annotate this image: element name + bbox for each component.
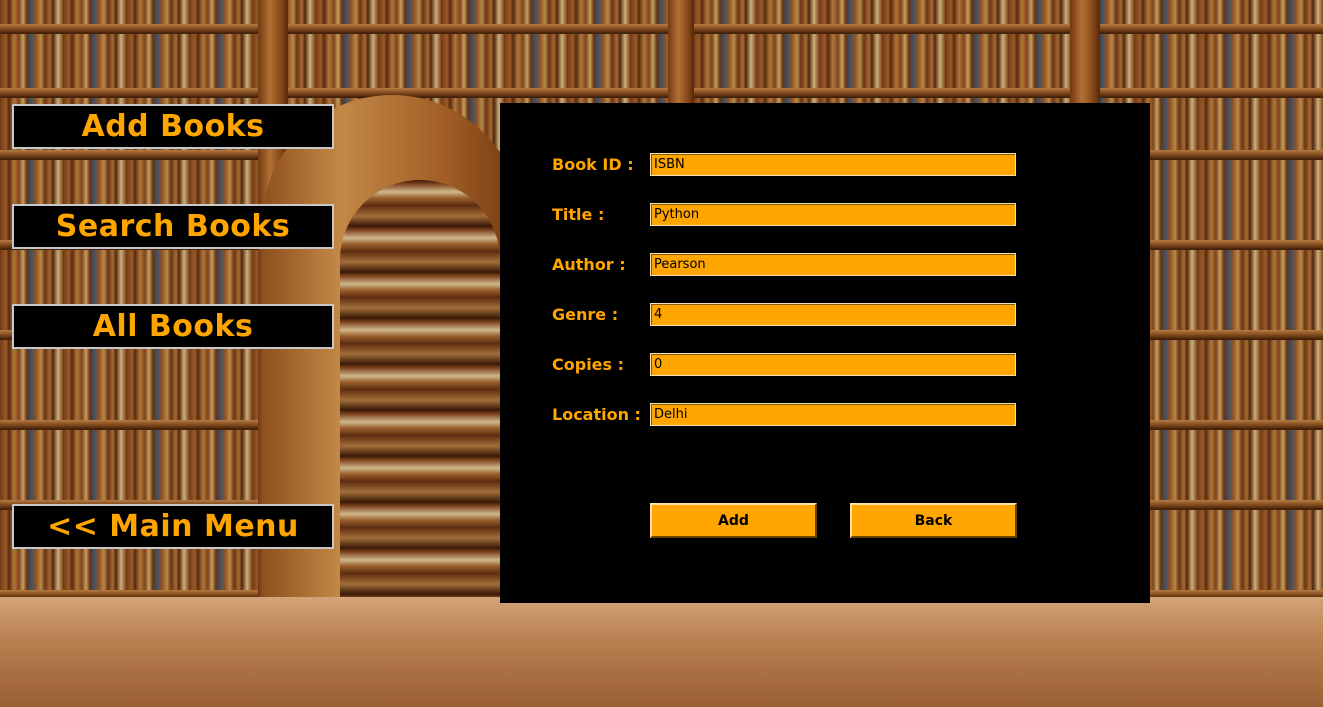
add-books-button[interactable]: Add Books [12,104,334,149]
copies-row: Copies : [552,352,1016,376]
location-label: Location : [552,404,641,424]
book-id-label: Book ID : [552,154,634,174]
main-menu-button[interactable]: << Main Menu [12,504,334,549]
add-book-form: Book ID : Title : Author : Genre : Copie… [500,103,1150,603]
author-input[interactable] [650,252,1016,276]
location-row: Location : [552,402,1016,426]
title-label: Title : [552,204,605,224]
title-input[interactable] [650,202,1016,226]
back-button[interactable]: Back [850,503,1017,538]
copies-label: Copies : [552,354,625,374]
add-button[interactable]: Add [650,503,817,538]
book-id-row: Book ID : [552,152,1016,176]
genre-row: Genre : [552,302,1016,326]
book-id-input[interactable] [650,152,1016,176]
genre-input[interactable] [650,302,1016,326]
search-books-button[interactable]: Search Books [12,204,334,249]
copies-input[interactable] [650,352,1016,376]
author-row: Author : [552,252,1016,276]
all-books-button[interactable]: All Books [12,304,334,349]
title-row: Title : [552,202,1016,226]
author-label: Author : [552,254,626,274]
location-input[interactable] [650,402,1016,426]
genre-label: Genre : [552,304,619,324]
